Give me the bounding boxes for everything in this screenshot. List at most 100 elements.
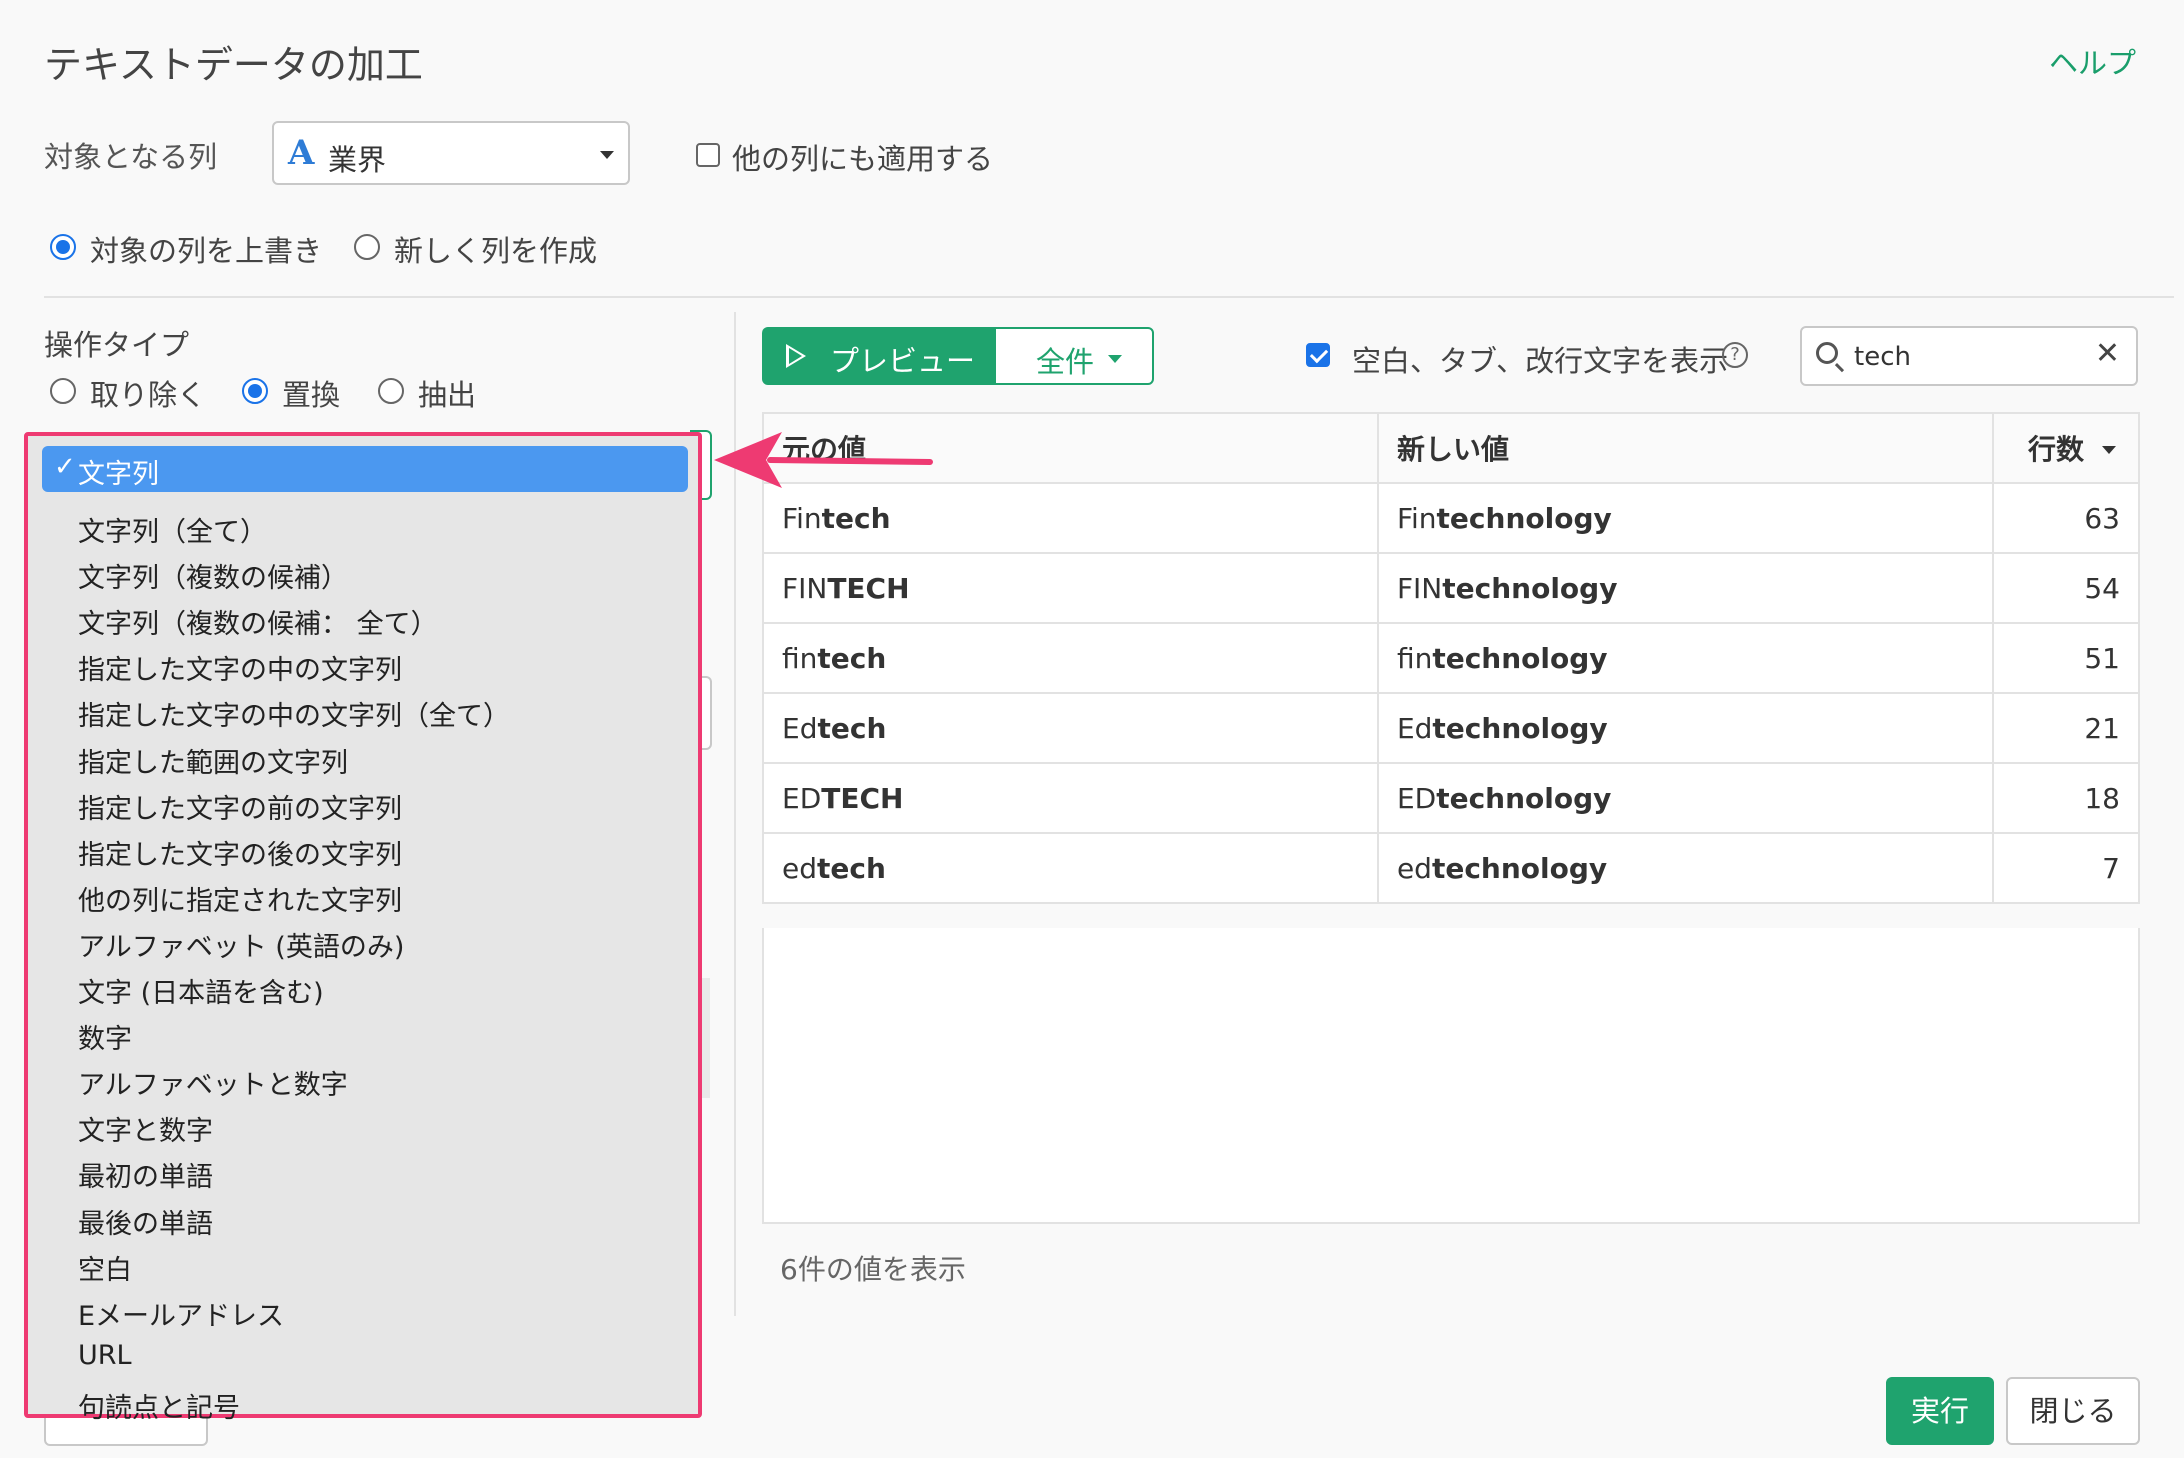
- dropdown-item[interactable]: 文字列（複数の候補： 全て）: [78, 602, 438, 641]
- dropdown-item[interactable]: 指定した文字の後の文字列: [78, 833, 402, 872]
- dropdown-item[interactable]: URL: [78, 1340, 132, 1371]
- chevron-down-icon: [1108, 355, 1122, 363]
- close-icon[interactable]: ✕: [2095, 336, 2120, 371]
- new-value: EDtechnology: [1376, 762, 1995, 834]
- original-match: tech: [821, 501, 891, 535]
- show-whitespace-checkbox[interactable]: [1306, 343, 1330, 367]
- new-prefix: ED: [1396, 781, 1437, 815]
- dropdown-item-selected[interactable]: ✓ 文字列: [42, 446, 688, 492]
- chevron-down-icon: [600, 151, 614, 159]
- dropdown-item[interactable]: 他の列に指定された文字列: [78, 879, 402, 918]
- dropdown-item[interactable]: 空白: [78, 1248, 132, 1287]
- chevron-down-icon: [2102, 446, 2116, 454]
- overwrite-radio[interactable]: [50, 234, 76, 260]
- table-row[interactable]: edtech edtechnology 7: [762, 832, 2140, 904]
- replace-radio[interactable]: [242, 378, 268, 404]
- header-count[interactable]: 行数: [1992, 412, 2140, 484]
- all-rows-button[interactable]: 全件: [994, 327, 1154, 385]
- original-match: tech: [817, 851, 886, 885]
- dropdown-item[interactable]: 句読点と記号: [78, 1386, 240, 1425]
- apply-other-columns-checkbox[interactable]: [696, 143, 720, 167]
- header-count-label: 行数: [2027, 433, 2084, 466]
- dropdown-item[interactable]: Eメールアドレス: [78, 1294, 284, 1333]
- new-prefix: ed: [1396, 851, 1432, 885]
- preview-button[interactable]: プレビュー: [762, 327, 994, 385]
- dropdown-item[interactable]: 指定した文字の前の文字列: [78, 787, 402, 826]
- apply-other-columns-label: 他の列にも適用する: [732, 142, 994, 176]
- dropdown-item[interactable]: 最初の単語: [78, 1155, 213, 1194]
- new-value: edtechnology: [1376, 832, 1995, 904]
- row-count-text: 6件の値を表示: [780, 1253, 966, 1286]
- original-match: TECH: [827, 571, 910, 605]
- dropdown-item[interactable]: 指定した文字の中の文字列（全て）: [78, 694, 510, 733]
- run-button[interactable]: 実行: [1886, 1377, 1994, 1445]
- row-count: 18: [1992, 762, 2140, 834]
- checkmark-icon: ✓: [54, 452, 76, 482]
- extract-label: 抽出: [418, 378, 477, 412]
- table-row[interactable]: Edtech Edtechnology 21: [762, 692, 2140, 764]
- target-column-value: 業界: [328, 143, 387, 177]
- row-count: 51: [1992, 622, 2140, 694]
- search-input[interactable]: [1852, 338, 2076, 376]
- dropdown-item[interactable]: 指定した範囲の文字列: [78, 741, 348, 780]
- row-count: 54: [1992, 552, 2140, 624]
- original-value: Edtech: [762, 692, 1379, 764]
- preview-table: 元の値 新しい値 行数 Fintech Fintechnology 63 FINTEC…: [762, 412, 2140, 904]
- text-type-icon: A: [288, 133, 315, 173]
- new-column-radio[interactable]: [354, 234, 380, 260]
- search-icon: [1816, 342, 1838, 364]
- table-header-row: 元の値 新しい値 行数: [762, 412, 2140, 484]
- header-new[interactable]: 新しい値: [1376, 412, 1995, 484]
- original-prefix: ed: [782, 851, 817, 885]
- dropdown-item[interactable]: 指定した文字の中の文字列: [78, 648, 402, 687]
- target-column-select[interactable]: A 業界: [272, 121, 630, 185]
- new-prefix: Ed: [1396, 711, 1433, 745]
- dropdown-item[interactable]: アルファベットと数字: [78, 1063, 348, 1102]
- dropdown-item[interactable]: 文字と数字: [78, 1109, 213, 1148]
- all-rows-label: 全件: [1036, 345, 1095, 379]
- new-value: FINtechnology: [1376, 552, 1995, 624]
- question-icon[interactable]: ?: [1722, 342, 1748, 368]
- dropdown-item[interactable]: 数字: [78, 1017, 132, 1056]
- new-match: technology: [1436, 781, 1612, 815]
- table-row[interactable]: FIN TECH FINtechnology 54: [762, 552, 2140, 624]
- table-row[interactable]: Fintech Fintechnology 63: [762, 482, 2140, 554]
- new-column-label: 新しく列を作成: [394, 234, 598, 268]
- remove-label: 取り除く: [90, 378, 207, 412]
- new-prefix: FIN: [1396, 571, 1443, 605]
- new-match: technology: [1432, 711, 1608, 745]
- annotation-arrow-icon: [714, 432, 933, 488]
- help-link[interactable]: ヘルプ: [2049, 40, 2136, 82]
- row-count: 7: [1992, 832, 2140, 904]
- table-row[interactable]: fintech fintechnology 51: [762, 622, 2140, 694]
- preview-button-label: プレビュー: [830, 344, 976, 378]
- new-match: technology: [1442, 571, 1618, 605]
- new-match: technology: [1431, 851, 1608, 885]
- table-row[interactable]: EDTECH EDtechnology 18: [762, 762, 2140, 834]
- original-prefix: Ed: [782, 711, 818, 745]
- row-count: 21: [1992, 692, 2140, 764]
- close-button[interactable]: 閉じる: [2006, 1377, 2140, 1445]
- row-count: 63: [1992, 482, 2140, 554]
- replace-label: 置換: [282, 378, 341, 412]
- new-match: technology: [1436, 501, 1612, 535]
- operation-type-label: 操作タイプ: [44, 328, 190, 362]
- new-value: Edtechnology: [1376, 692, 1995, 764]
- remove-radio[interactable]: [50, 378, 76, 404]
- original-match: tech: [817, 641, 887, 675]
- new-prefix: fin: [1396, 641, 1433, 675]
- dropdown-item[interactable]: アルファベット (英語のみ): [78, 925, 404, 964]
- original-prefix: ED: [782, 781, 822, 815]
- dropdown-item[interactable]: 最後の単語: [78, 1202, 213, 1241]
- original-value: EDTECH: [762, 762, 1379, 834]
- dropdown-item[interactable]: 文字列（複数の候補）: [78, 556, 348, 595]
- extract-radio[interactable]: [378, 378, 404, 404]
- dropdown-item[interactable]: 文字列（全て）: [78, 510, 267, 549]
- play-icon: [786, 344, 806, 368]
- search-box[interactable]: ✕: [1800, 326, 2138, 386]
- section-divider: [44, 296, 2174, 298]
- original-value: fintech: [762, 622, 1379, 694]
- match-type-dropdown[interactable]: ✓ 文字列 文字列（全て） 文字列（複数の候補） 文字列（複数の候補： 全て） 指定し…: [24, 432, 702, 1424]
- table-empty-area: [762, 928, 2140, 1224]
- dropdown-item[interactable]: 文字 (日本語を含む): [78, 971, 324, 1010]
